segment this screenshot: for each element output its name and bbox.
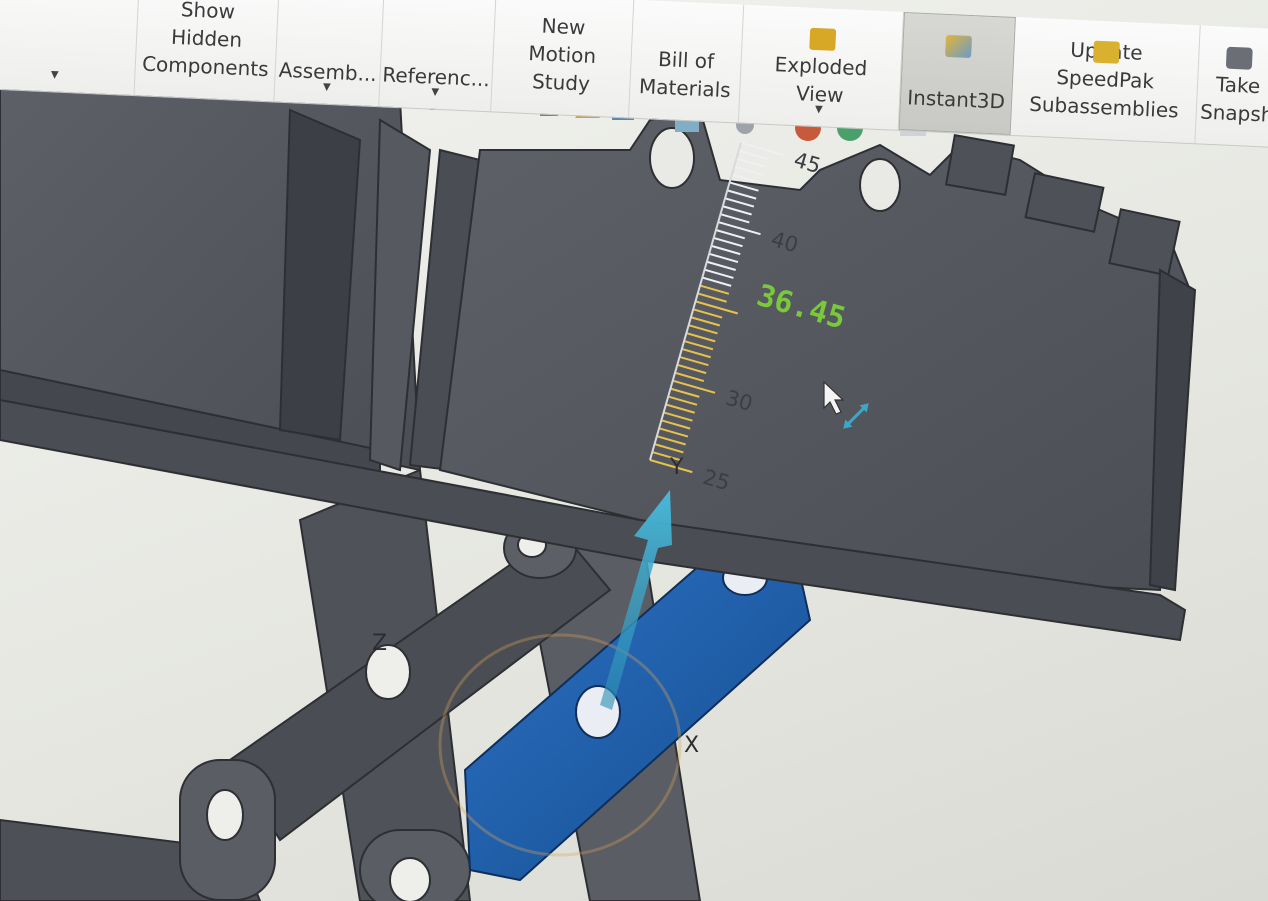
ruler-tick xyxy=(736,157,766,168)
dropdown-icon xyxy=(45,0,72,16)
new-motion-study-button[interactable]: New Motion Study xyxy=(491,0,635,118)
triad-y-label: Y xyxy=(669,455,684,480)
ruler-tick xyxy=(738,149,768,160)
instant3d-button[interactable]: Instant3D xyxy=(898,11,1016,135)
motion-study-icon xyxy=(550,16,577,39)
reference-geometry-button[interactable]: Referenc... ▼ xyxy=(379,0,497,112)
speedpak-icon xyxy=(1092,40,1120,64)
chevron-down-icon[interactable]: ▼ xyxy=(50,61,59,89)
show-hidden-icon xyxy=(194,0,221,23)
take-snapshot-button[interactable]: Take Snapsh xyxy=(1195,25,1268,147)
bom-icon xyxy=(674,22,701,45)
assembly-icon xyxy=(317,5,344,28)
ribbon-button-label: Take Snapsh xyxy=(1199,72,1268,127)
assembly-features-button[interactable]: Assemb... ▼ xyxy=(274,0,385,107)
show-hidden-components-button[interactable]: Show Hidden Components xyxy=(134,0,280,102)
bill-of-materials-button[interactable]: Bill of Materials xyxy=(628,0,745,123)
exploded-view-icon xyxy=(808,27,836,51)
ribbon-button-label: Bill of Materials xyxy=(638,46,732,103)
ribbon-dropdown-button[interactable]: ▼ xyxy=(0,0,140,96)
triad-x-label: X xyxy=(684,733,699,758)
exploded-view-button[interactable]: Exploded View ▼ xyxy=(738,4,905,130)
triad-z-label: Z xyxy=(372,631,387,656)
camera-icon xyxy=(1225,46,1253,70)
ribbon-button-label: Instant3D xyxy=(906,85,1006,114)
instant3d-icon xyxy=(945,34,973,59)
update-speedpak-subassemblies-button[interactable]: Update SpeedPak Subassemblies xyxy=(1010,17,1201,144)
reference-icon xyxy=(425,10,452,33)
ruler-tick xyxy=(733,165,764,176)
chevron-down-icon[interactable]: ▼ xyxy=(814,96,823,124)
chevron-down-icon[interactable]: ▼ xyxy=(322,74,331,102)
chevron-down-icon[interactable]: ▼ xyxy=(431,79,440,107)
